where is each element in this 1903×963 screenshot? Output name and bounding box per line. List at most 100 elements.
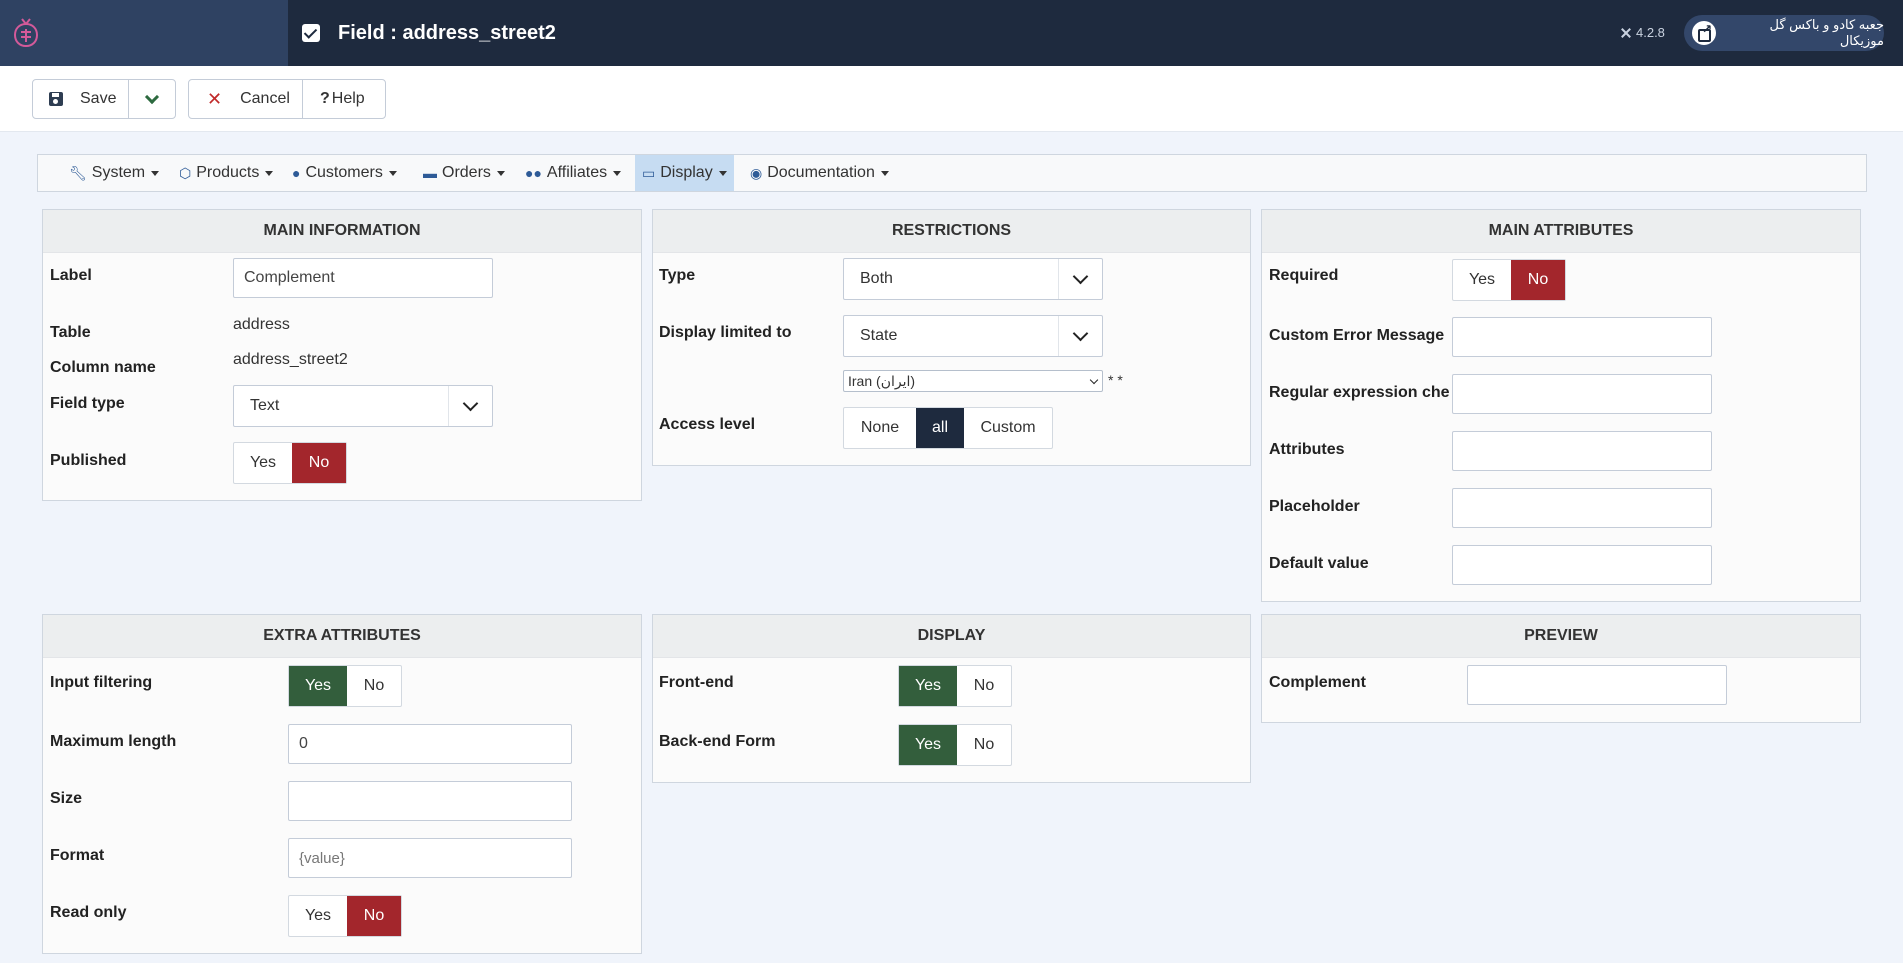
component-menu: 🔧︎ System ⬡ Products ● Customers ▬ Order… [37, 154, 1867, 192]
required-yes[interactable]: Yes [1453, 260, 1511, 300]
restrictions-panel: RESTRICTIONS Type Both Display limited t… [652, 209, 1251, 466]
format-input[interactable]: {value} [288, 838, 572, 878]
site-name: جعبه کادو و باکس گل موزیکال [1769, 17, 1884, 48]
menu-documentation[interactable]: ◉ Documentation [743, 155, 896, 191]
display-limited-select[interactable]: State [843, 315, 1103, 357]
read-only-toggle[interactable]: Yes No [288, 895, 402, 937]
cancel-button[interactable]: ✕ Cancel [188, 79, 303, 119]
brand-area[interactable] [0, 0, 288, 66]
display-panel: DISPLAY Front-end Yes No Back-end Form Y… [652, 614, 1251, 783]
menu-products[interactable]: ⬡ Products [172, 155, 280, 191]
back-end-form-toggle[interactable]: Yes No [898, 724, 1012, 766]
required-no[interactable]: No [1511, 260, 1565, 300]
column-name-label: Column name [50, 359, 156, 376]
version-label: 4.2.8 [1620, 25, 1665, 40]
users-icon: ●● [525, 165, 542, 181]
input-filtering-label: Input filtering [50, 674, 153, 691]
save-button[interactable]: Save [32, 79, 129, 119]
published-yes[interactable]: Yes [234, 443, 292, 483]
custom-error-label: Custom Error Message [1269, 327, 1445, 344]
extra-attributes-panel: EXTRA ATTRIBUTES Input filtering Yes No … [42, 614, 642, 954]
format-label: Format [50, 847, 105, 864]
display-limited-label: Display limited to [659, 324, 792, 341]
required-toggle[interactable]: Yes No [1452, 259, 1566, 301]
label-input[interactable]: Complement [233, 258, 493, 298]
published-toggle[interactable]: Yes No [233, 442, 347, 484]
field-type-label: Field type [50, 395, 125, 412]
read-only-no[interactable]: No [347, 896, 401, 936]
close-icon: ✕ [207, 88, 223, 109]
back-end-form-no[interactable]: No [957, 725, 1011, 765]
caret-icon [880, 170, 889, 176]
type-label: Type [659, 267, 696, 284]
panel-heading: EXTRA ATTRIBUTES [43, 615, 641, 658]
front-end-yes[interactable]: Yes [899, 666, 957, 706]
front-end-no[interactable]: No [957, 666, 1011, 706]
field-type-select[interactable]: Text [233, 385, 493, 427]
size-input[interactable] [288, 781, 572, 821]
chevron-down-icon [144, 89, 160, 104]
save-icon [49, 92, 63, 106]
published-no[interactable]: No [292, 443, 346, 483]
desktop-icon: ▭ [642, 164, 656, 181]
front-end-toggle[interactable]: Yes No [898, 665, 1012, 707]
chevron-down-icon [1089, 375, 1099, 385]
input-filtering-toggle[interactable]: Yes No [288, 665, 402, 707]
maximum-length-input[interactable]: 0 [288, 724, 572, 764]
joomla-icon [1620, 27, 1632, 39]
country-select[interactable]: Iran (ایران) [843, 370, 1103, 392]
access-custom[interactable]: Custom [964, 408, 1052, 448]
access-none[interactable]: None [844, 408, 916, 448]
life-ring-icon: ◉ [750, 164, 763, 181]
regex-label: Regular expression che... [1269, 384, 1449, 401]
preview-complement-input[interactable] [1467, 665, 1727, 705]
caret-icon [718, 170, 727, 176]
custom-error-input[interactable] [1452, 317, 1712, 357]
access-all[interactable]: all [916, 408, 964, 448]
caret-icon [388, 170, 397, 176]
access-level-toggle[interactable]: None all Custom [843, 407, 1053, 449]
menu-orders[interactable]: ▬ Orders [416, 155, 512, 191]
regex-input[interactable] [1452, 374, 1712, 414]
view-site-button[interactable]: جعبه کادو و باکس گل موزیکال [1684, 15, 1884, 51]
read-only-yes[interactable]: Yes [289, 896, 347, 936]
checkbox-icon [302, 24, 320, 42]
column-name-value: address_street2 [233, 351, 348, 368]
user-icon: ● [292, 165, 301, 181]
save-dropdown-button[interactable] [128, 79, 176, 119]
read-only-label: Read only [50, 904, 127, 921]
external-link-icon [1692, 21, 1716, 45]
credit-card-icon: ▬ [423, 165, 437, 181]
input-filtering-no[interactable]: No [347, 666, 401, 706]
caret-icon [265, 170, 274, 176]
input-filtering-yes[interactable]: Yes [289, 666, 347, 706]
cubes-icon: ⬡ [179, 164, 192, 181]
main-information-panel: MAIN INFORMATION Label Complement Table … [42, 209, 642, 501]
menu-display[interactable]: ▭ Display [635, 155, 734, 191]
menu-system[interactable]: 🔧︎ System [62, 155, 166, 191]
panel-heading: RESTRICTIONS [653, 210, 1250, 253]
default-value-input[interactable] [1452, 545, 1712, 585]
attributes-input[interactable] [1452, 431, 1712, 471]
panel-heading: MAIN ATTRIBUTES [1262, 210, 1860, 253]
type-select[interactable]: Both [843, 258, 1103, 300]
caret-icon [496, 170, 505, 176]
caret-icon [613, 170, 622, 176]
chevron-down-icon [1058, 259, 1102, 299]
help-button[interactable]: ? Help [302, 79, 386, 119]
size-label: Size [50, 790, 83, 807]
attributes-label: Attributes [1269, 441, 1345, 458]
panel-heading: MAIN INFORMATION [43, 210, 641, 253]
panel-heading: DISPLAY [653, 615, 1250, 658]
table-value: address [233, 316, 290, 333]
placeholder-input[interactable] [1452, 488, 1712, 528]
maximum-length-label: Maximum length [50, 733, 177, 750]
page-title: Field : address_street2 [338, 21, 556, 44]
back-end-form-yes[interactable]: Yes [899, 725, 957, 765]
header-bar: Field : address_street2 4.2.8 جعبه کادو … [0, 0, 1903, 66]
default-value-label: Default value [1269, 555, 1369, 572]
menu-affiliates[interactable]: ●● Affiliates [518, 155, 628, 191]
question-icon: ? [320, 90, 330, 107]
menu-customers[interactable]: ● Customers [285, 155, 404, 191]
placeholder-label: Placeholder [1269, 498, 1360, 515]
